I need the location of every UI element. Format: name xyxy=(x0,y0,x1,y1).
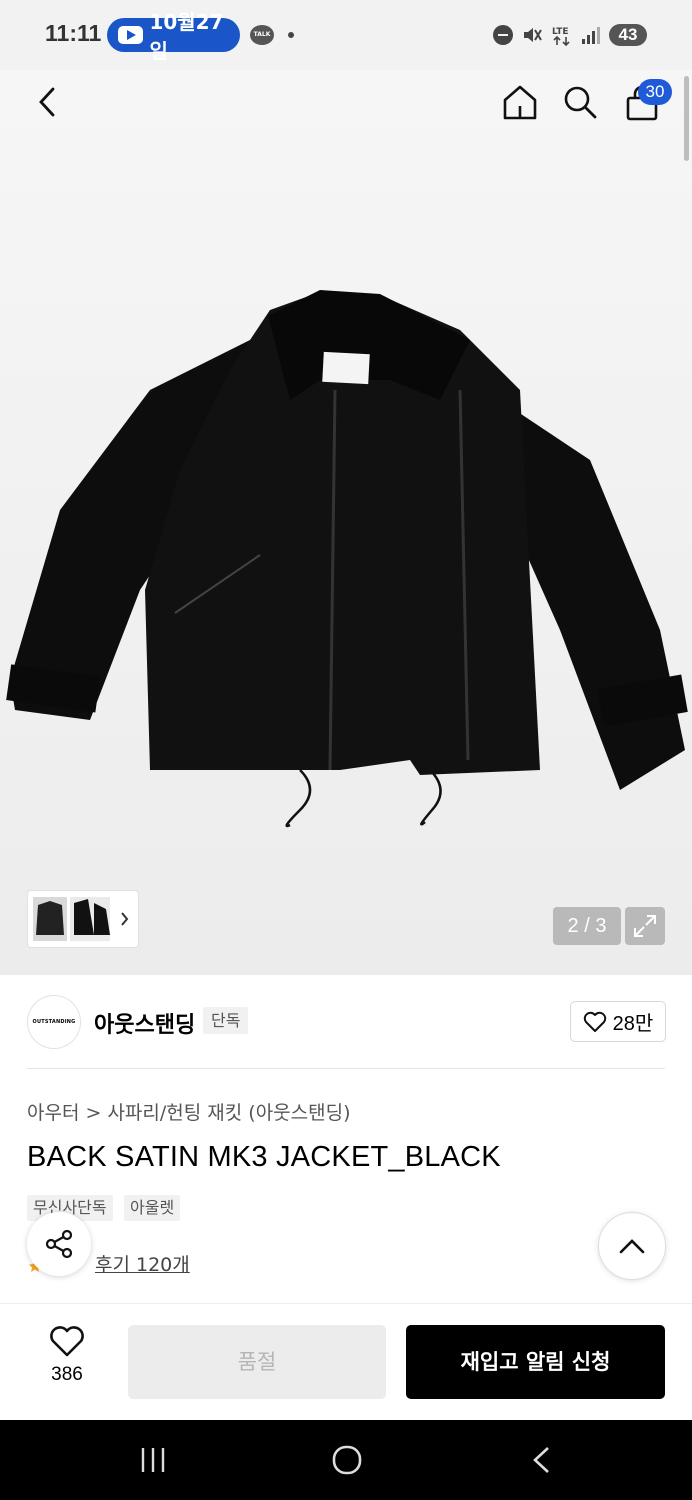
expand-icon xyxy=(634,915,656,937)
back-nav-button[interactable] xyxy=(528,1444,554,1480)
breadcrumb[interactable]: 아우터 > 사파리/헌팅 재킷 (아웃스탠딩) xyxy=(27,1098,351,1125)
exclusive-badge: 단독 xyxy=(203,1007,249,1034)
brand-name[interactable]: 아웃스탠딩 xyxy=(94,1007,195,1039)
image-counter: 2 / 3 xyxy=(553,907,621,945)
back-chevron-icon xyxy=(533,1447,549,1473)
heart-icon xyxy=(50,1326,84,1357)
wishlist-count: 386 xyxy=(51,1364,83,1385)
notification-dot-icon xyxy=(288,32,294,38)
search-icon xyxy=(564,86,597,119)
recent-apps-icon xyxy=(141,1448,165,1472)
search-button[interactable] xyxy=(560,82,600,122)
product-image-gallery[interactable] xyxy=(0,70,692,975)
signal-icon xyxy=(582,27,600,44)
status-icons: LTE 43 xyxy=(493,22,647,48)
share-icon xyxy=(45,1229,73,1259)
youtube-notification-pill[interactable]: 10월27일 xyxy=(107,10,240,63)
home-button[interactable] xyxy=(500,82,540,122)
scroll-top-button[interactable] xyxy=(598,1212,666,1280)
divider xyxy=(27,1068,665,1069)
restock-alert-button[interactable]: 재입고 알림 신청 xyxy=(406,1325,665,1399)
tag-outlet: 아울렛 xyxy=(124,1195,181,1221)
review-link[interactable]: 후기 120개 xyxy=(95,1250,190,1277)
back-arrow-icon xyxy=(39,87,55,117)
cart-count-badge: 30 xyxy=(638,79,672,105)
share-button[interactable] xyxy=(27,1212,91,1276)
status-time: 11:11 xyxy=(45,20,102,46)
brand-logo[interactable]: OUTSTANDING xyxy=(27,995,81,1049)
home-icon xyxy=(503,85,537,120)
thumbnail-strip[interactable] xyxy=(27,890,139,948)
soldout-button: 품절 xyxy=(128,1325,386,1399)
product-title: BACK SATIN MK3 JACKET_BLACK xyxy=(27,1141,501,1173)
back-button[interactable] xyxy=(27,82,67,122)
brand-like-count: 28만 xyxy=(612,1013,654,1035)
mute-icon xyxy=(524,28,542,42)
scrollbar[interactable] xyxy=(684,76,689,161)
youtube-icon xyxy=(118,26,144,44)
lte-icon: LTE xyxy=(552,27,570,47)
svg-text:LTE: LTE xyxy=(552,27,569,37)
brand-like-button[interactable]: 28만 xyxy=(570,1001,666,1042)
expand-button[interactable] xyxy=(625,907,665,945)
home-circle-icon xyxy=(332,1445,362,1475)
recent-apps-button[interactable] xyxy=(138,1445,168,1479)
notification-date: 10월27일 xyxy=(149,10,224,63)
heart-icon xyxy=(583,1011,606,1032)
chevron-up-icon xyxy=(619,1239,645,1254)
product-image xyxy=(6,290,688,828)
talk-icon: TALK xyxy=(250,25,274,45)
dnd-icon xyxy=(493,25,513,45)
battery-icon: 43 xyxy=(609,24,647,46)
wishlist-button[interactable]: 386 xyxy=(27,1326,107,1386)
thumbnail-images xyxy=(33,897,129,941)
home-nav-button[interactable] xyxy=(330,1443,364,1481)
